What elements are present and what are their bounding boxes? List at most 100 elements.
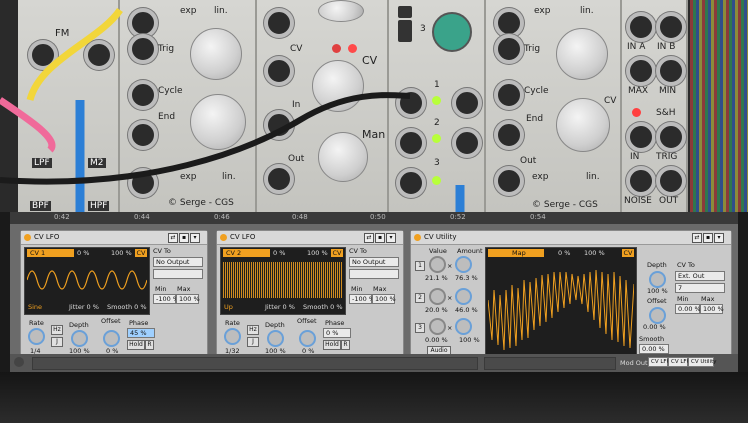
scope-header: CV 2 0 % 100 % CV <box>221 248 345 258</box>
device-menu-icon[interactable]: ▾ <box>714 233 724 243</box>
scroll-bar[interactable] <box>484 357 616 370</box>
hold-button[interactable]: Hold <box>127 340 145 350</box>
sync-button[interactable]: J <box>51 337 63 347</box>
scroll-bar[interactable] <box>32 357 478 370</box>
max-value[interactable]: 100 % <box>372 294 396 304</box>
device-save-icon[interactable]: ▪ <box>179 233 189 243</box>
rate-label: Rate <box>225 319 240 327</box>
value-knob[interactable] <box>429 288 446 305</box>
device-power-button[interactable] <box>414 234 421 241</box>
amount-readout: 46.0 % <box>455 306 478 314</box>
offset-label: Offset <box>647 297 667 305</box>
phase-label: Phase <box>129 319 149 327</box>
max-value[interactable]: 100 % <box>176 294 200 304</box>
device-title-bar[interactable]: CV LFO ⇄ ▪ ▾ <box>21 231 207 245</box>
depth-label: Depth <box>647 261 667 269</box>
offset-knob[interactable] <box>299 330 316 347</box>
sync-button[interactable]: J <box>247 337 259 347</box>
rate-knob[interactable] <box>28 328 45 345</box>
lfo-shape[interactable]: Up <box>224 303 233 311</box>
device-cv-lfo-1: CV LFO ⇄ ▪ ▾ CV 1 0 % 100 % CV Sine Jitt… <box>20 230 208 362</box>
chain-chip[interactable]: CV LFO <box>668 357 691 367</box>
device-menu-icon[interactable]: ▾ <box>386 233 396 243</box>
ruler-tick: 0:50 <box>370 213 386 221</box>
lfo-jitter[interactable]: Jitter 0 % <box>69 303 99 311</box>
scope-cv-label: CV 2 <box>223 249 270 257</box>
cv-channel-select[interactable] <box>153 269 203 279</box>
device-hotswap-icon[interactable]: ⇄ <box>364 233 374 243</box>
phase-value[interactable]: 45 % <box>127 328 155 338</box>
device-menu-icon[interactable]: ▾ <box>190 233 200 243</box>
row-number[interactable]: 3 <box>415 323 425 333</box>
chain-chip[interactable]: CV Utility <box>688 357 717 367</box>
depth-knob[interactable] <box>71 330 88 347</box>
max-value[interactable]: 100 % <box>700 304 724 314</box>
device-power-button[interactable] <box>24 234 31 241</box>
lfo-shape[interactable]: Sine <box>28 303 42 311</box>
device-save-icon[interactable]: ▪ <box>703 233 713 243</box>
row-number[interactable]: 2 <box>415 293 425 303</box>
scope-amount-pct: 100 % <box>111 249 132 257</box>
value-knob[interactable] <box>429 318 446 335</box>
retrigger-button[interactable]: R <box>341 340 350 350</box>
device-title-bar[interactable]: CV Utility ⇄ ▪ ▾ <box>411 231 731 245</box>
modular-synth-photo: FM LPF M2 BPF HPF exp lin. Trig Cycle En… <box>0 0 748 212</box>
rate-knob[interactable] <box>224 328 241 345</box>
hz-button[interactable]: Hz <box>51 325 63 335</box>
min-value[interactable]: -100 % <box>153 294 179 304</box>
min-value[interactable]: -100 % <box>349 294 375 304</box>
amount-knob[interactable] <box>455 318 472 335</box>
timeline-ruler[interactable]: 0:42 0:44 0:46 0:48 0:50 0:52 0:54 <box>10 212 738 224</box>
phase-value[interactable]: 0 % <box>323 328 351 338</box>
offset-knob[interactable] <box>103 330 120 347</box>
offset-label: Offset <box>101 317 121 325</box>
device-hotswap-icon[interactable]: ⇄ <box>692 233 702 243</box>
ruler-tick: 0:42 <box>54 213 70 221</box>
ruler-tick: 0:46 <box>214 213 230 221</box>
offset-label: Offset <box>297 317 317 325</box>
depth-knob[interactable] <box>649 271 666 288</box>
amount-knob[interactable] <box>455 256 472 273</box>
ableton-device-view: 0:42 0:44 0:46 0:48 0:50 0:52 0:54 CV LF… <box>10 212 738 372</box>
lfo-smooth[interactable]: Smooth 0 % <box>107 303 147 311</box>
value-knob[interactable] <box>429 256 446 273</box>
sine-waveform <box>27 270 147 290</box>
chain-scroll-icon[interactable] <box>14 357 24 367</box>
device-power-button[interactable] <box>220 234 227 241</box>
amount-knob[interactable] <box>455 288 472 305</box>
cv-channel-select[interactable] <box>349 269 399 279</box>
device-chain-footer: Mod Out CV LFO CV LFO CV Utility <box>10 354 738 372</box>
amount-column-label: Amount <box>457 247 483 255</box>
max-label: Max <box>177 285 191 293</box>
pink-cable <box>0 97 56 153</box>
amount-readout: 100 % <box>459 336 480 344</box>
cv-to-select[interactable]: No Output <box>153 257 203 267</box>
scope-cv-tag: CV <box>135 249 147 257</box>
chain-chip[interactable]: CV LFO <box>648 357 671 367</box>
cv-channel-select[interactable]: 7 <box>675 283 725 293</box>
device-save-icon[interactable]: ▪ <box>375 233 385 243</box>
cv-to-select[interactable]: No Output <box>349 257 399 267</box>
device-title-bar[interactable]: CV LFO ⇄ ▪ ▾ <box>217 231 403 245</box>
ruler-tick: 0:48 <box>292 213 308 221</box>
depth-knob[interactable] <box>267 330 284 347</box>
cv-to-select[interactable]: Ext. Out <box>675 271 725 281</box>
hold-button[interactable]: Hold <box>323 340 341 350</box>
value-column-label: Value <box>429 247 447 255</box>
scope-depth-pct: 0 % <box>273 249 286 257</box>
min-value[interactable]: 0.00 % <box>675 304 701 314</box>
smooth-value[interactable]: 0.00 % <box>639 344 669 354</box>
device-hotswap-icon[interactable]: ⇄ <box>168 233 178 243</box>
row-number[interactable]: 1 <box>415 261 425 271</box>
depth-label: Depth <box>265 321 285 329</box>
laptop-bezel <box>0 372 748 423</box>
lfo-jitter[interactable]: Jitter 0 % <box>265 303 295 311</box>
cv-to-label: CV To <box>349 247 367 255</box>
retrigger-button[interactable]: R <box>145 340 154 350</box>
lfo-scope: CV 1 0 % 100 % CV Sine Jitter 0 % Smooth… <box>24 247 150 315</box>
hz-button[interactable]: Hz <box>247 325 259 335</box>
lfo-smooth[interactable]: Smooth 0 % <box>303 303 343 311</box>
offset-knob[interactable] <box>649 307 666 324</box>
lfo-scope: CV 2 0 % 100 % CV Up Jitter 0 % Smooth 0… <box>220 247 346 315</box>
device-cv-lfo-2: CV LFO ⇄ ▪ ▾ CV 2 0 % 100 % CV Up Jitter… <box>216 230 404 362</box>
